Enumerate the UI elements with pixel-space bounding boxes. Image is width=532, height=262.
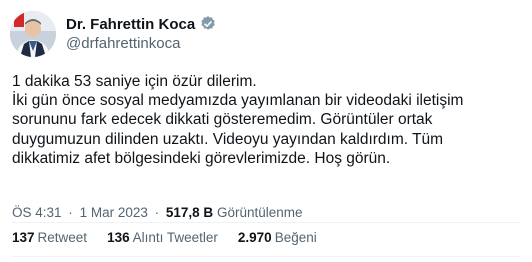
author-handle[interactable]: @drfahrettinkoca [66, 34, 217, 54]
tweet-text-line: İki gün önce sosyal medyamızda yayımlana… [12, 92, 464, 110]
tweet-text-line: duygumuzun dilinden uzaktı. Videoyu yayı… [12, 130, 444, 148]
quote-tweets-stat[interactable]: 136 Alıntı Tweetler [107, 230, 218, 245]
tweet-meta: ÖS 4:31 · 1 Mar 2023 · 517,8 B Görüntüle… [12, 205, 303, 220]
verified-badge-icon [199, 15, 217, 33]
likes-stat[interactable]: 2.970 Beğeni [238, 230, 317, 245]
tweet-stats: 137 Retweet 136 Alıntı Tweetler 2.970 Beğen… [12, 230, 337, 245]
author-display-name[interactable]: Dr. Fahrettin Koca [66, 16, 195, 33]
likes-count: 2.970 [237, 230, 272, 245]
tweet-time[interactable]: ÖS 4:31 [12, 205, 62, 220]
retweets-label: Retweet [37, 230, 88, 245]
retweets-count: 137 [12, 230, 35, 245]
author-names: Dr. Fahrettin Koca @drfahrettinkoca [66, 14, 217, 54]
tweet-text-line: sorununu fark edecek dikkati gösteremedi… [12, 111, 433, 129]
divider [12, 256, 520, 257]
quote-tweets-label: Alıntı Tweetler [132, 230, 218, 245]
likes-label: Beğeni [274, 230, 317, 245]
avatar[interactable] [10, 11, 56, 57]
name-row: Dr. Fahrettin Koca [66, 14, 217, 34]
views-label: Görüntülenme [216, 205, 303, 220]
meta-separator: · [68, 205, 73, 220]
tweet-text-line: dikkatimiz afet bölgesindeki görevlerimi… [12, 149, 391, 167]
tweet-text: 1 dakika 53 saniye için özür dilerim. İk… [12, 72, 520, 168]
tweet-card: Dr. Fahrettin Koca @drfahrettinkoca 1 da… [0, 0, 532, 262]
tweet-text-line: 1 dakika 53 saniye için özür dilerim. [12, 73, 257, 90]
tweet-date[interactable]: 1 Mar 2023 [80, 205, 148, 220]
meta-separator: · [154, 205, 160, 220]
divider [12, 222, 520, 223]
quote-tweets-count: 136 [107, 230, 130, 245]
retweets-stat[interactable]: 137 Retweet [12, 230, 87, 245]
views-count: 517,8 B [165, 205, 214, 220]
tweet-header: Dr. Fahrettin Koca @drfahrettinkoca [10, 10, 217, 58]
